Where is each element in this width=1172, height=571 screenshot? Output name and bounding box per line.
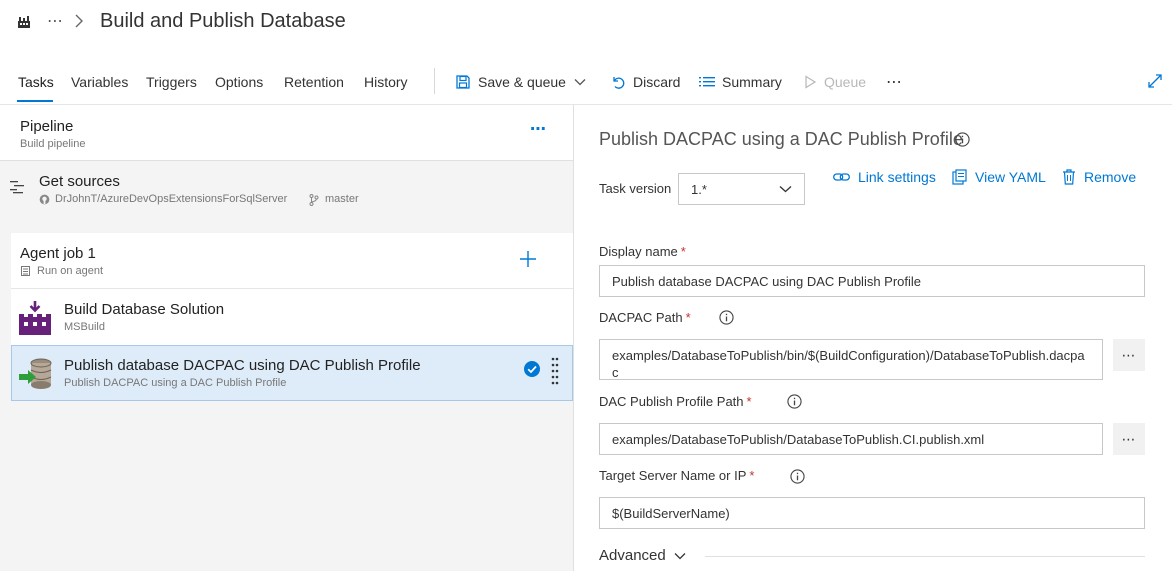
- task-version-value: 1.*: [691, 181, 707, 197]
- profile-browse-button[interactable]: ⋯: [1113, 423, 1145, 455]
- list-icon: [699, 75, 715, 89]
- tab-retention[interactable]: Retention: [284, 74, 344, 90]
- info-icon[interactable]: [787, 394, 802, 409]
- branch-name: master: [325, 193, 359, 205]
- link-settings-label: Link settings: [858, 169, 936, 185]
- required-mark: *: [746, 394, 752, 409]
- pipeline-more-button[interactable]: ⋯: [530, 119, 547, 139]
- discard-button[interactable]: Discard: [610, 71, 680, 93]
- dacpac-path-label-text: DACPAC Path: [599, 310, 683, 325]
- remove-button[interactable]: Remove: [1062, 169, 1136, 185]
- task-version-select[interactable]: 1.*: [678, 173, 805, 205]
- discard-label: Discard: [633, 74, 681, 90]
- advanced-label: Advanced: [599, 547, 666, 564]
- advanced-section-toggle[interactable]: Advanced: [599, 547, 686, 564]
- tab-triggers[interactable]: Triggers: [146, 74, 197, 90]
- tab-tasks[interactable]: Tasks: [18, 74, 54, 90]
- pipeline-item[interactable]: Pipeline Build pipeline ⋯: [0, 105, 573, 160]
- task-version-label: Task version: [599, 181, 672, 196]
- display-name-label-text: Display name: [599, 244, 678, 259]
- dacpac-path-input[interactable]: examples/DatabaseToPublish/bin/$(BuildCo…: [599, 339, 1103, 380]
- tab-variables[interactable]: Variables: [71, 74, 128, 90]
- required-mark: *: [749, 468, 755, 483]
- target-server-label: Target Server Name or IP *: [599, 468, 754, 483]
- database-publish-icon: [19, 356, 53, 390]
- clipboard-icon: [952, 169, 967, 185]
- profile-path-label-text: DAC Publish Profile Path: [599, 394, 744, 409]
- required-mark: *: [680, 244, 686, 259]
- target-server-input[interactable]: $(BuildServerName): [599, 497, 1145, 529]
- play-icon: [803, 75, 817, 89]
- link-settings-button[interactable]: Link settings: [833, 169, 936, 185]
- toolbar: Tasks Variables Triggers Options Retenti…: [0, 62, 1172, 104]
- chevron-down-icon: [779, 185, 792, 193]
- trash-icon: [1062, 169, 1076, 185]
- save-icon: [455, 74, 471, 90]
- undo-icon: [610, 74, 626, 90]
- agent-job-subtitle: Run on agent: [37, 265, 104, 277]
- header: ⋯ Build and Publish Database: [0, 0, 1172, 50]
- tab-history[interactable]: History: [364, 74, 408, 90]
- msbuild-icon: [19, 301, 51, 335]
- dacpac-path-label: DACPAC Path *: [599, 310, 691, 325]
- task-publish-dacpac[interactable]: Publish database DACPAC using DAC Publis…: [11, 345, 573, 401]
- task-title: Publish database DACPAC using DAC Publis…: [64, 357, 421, 374]
- get-sources-title: Get sources: [39, 173, 120, 190]
- task-build-database[interactable]: Build Database Solution MSBuild: [11, 289, 573, 345]
- advanced-divider: [705, 556, 1145, 557]
- task-subtitle: Publish DACPAC using a DAC Publish Profi…: [64, 377, 287, 389]
- server-icon: [21, 266, 30, 276]
- checkmark-icon: [524, 361, 540, 377]
- target-server-label-text: Target Server Name or IP: [599, 468, 747, 483]
- get-sources-item[interactable]: Get sources DrJohnT/AzureDevOpsExtension…: [0, 161, 573, 213]
- summary-label: Summary: [722, 74, 782, 90]
- info-icon[interactable]: [719, 310, 734, 325]
- active-tab-indicator: [17, 100, 53, 102]
- toolbar-more-button[interactable]: ⋯: [886, 71, 902, 93]
- pipeline-title: Pipeline: [20, 118, 74, 135]
- repository-name: DrJohnT/AzureDevOpsExtensionsForSqlServe…: [55, 193, 288, 205]
- panel-splitter[interactable]: [573, 105, 574, 571]
- source-lines-icon: [10, 180, 26, 194]
- agent-job-item[interactable]: Agent job 1 Run on agent: [11, 233, 573, 288]
- queue-button[interactable]: Queue: [803, 71, 866, 93]
- task-detail-title: Publish DACPAC using a DAC Publish Profi…: [599, 129, 963, 149]
- profile-path-input[interactable]: examples/DatabaseToPublish/DatabaseToPub…: [599, 423, 1103, 455]
- branch-icon: [309, 194, 319, 206]
- view-yaml-label: View YAML: [975, 169, 1046, 185]
- tab-options[interactable]: Options: [215, 74, 263, 90]
- queue-label: Queue: [824, 74, 867, 90]
- required-mark: *: [685, 310, 691, 325]
- chevron-down-icon: [674, 552, 686, 560]
- breadcrumb-more-button[interactable]: ⋯: [47, 11, 63, 31]
- info-icon[interactable]: [790, 469, 805, 484]
- save-queue-label: Save & queue: [478, 74, 566, 90]
- task-title: Build Database Solution: [64, 301, 225, 318]
- add-task-icon[interactable]: [519, 250, 537, 268]
- display-name-input[interactable]: Publish database DACPAC using DAC Publis…: [599, 265, 1145, 297]
- remove-label: Remove: [1084, 169, 1137, 185]
- github-icon: [39, 194, 50, 205]
- chevron-down-icon: [574, 78, 586, 86]
- profile-path-label: DAC Publish Profile Path *: [599, 394, 752, 409]
- pipeline-icon[interactable]: [16, 14, 32, 30]
- save-queue-button[interactable]: Save & queue: [455, 71, 586, 93]
- agent-job-title: Agent job 1: [20, 245, 96, 262]
- link-icon: [833, 171, 850, 183]
- chevron-right-icon: [74, 14, 84, 28]
- view-yaml-button[interactable]: View YAML: [952, 169, 1046, 185]
- task-subtitle: MSBuild: [64, 321, 105, 333]
- page-title: Build and Publish Database: [100, 10, 346, 32]
- info-icon[interactable]: [955, 132, 970, 147]
- expand-icon[interactable]: [1147, 73, 1163, 89]
- summary-button[interactable]: Summary: [699, 71, 782, 93]
- dacpac-browse-button[interactable]: ⋯: [1113, 339, 1145, 371]
- toolbar-divider: [434, 68, 435, 94]
- display-name-label: Display name *: [599, 244, 686, 259]
- drag-handle-icon[interactable]: [551, 356, 559, 386]
- pipeline-subtitle: Build pipeline: [20, 138, 86, 150]
